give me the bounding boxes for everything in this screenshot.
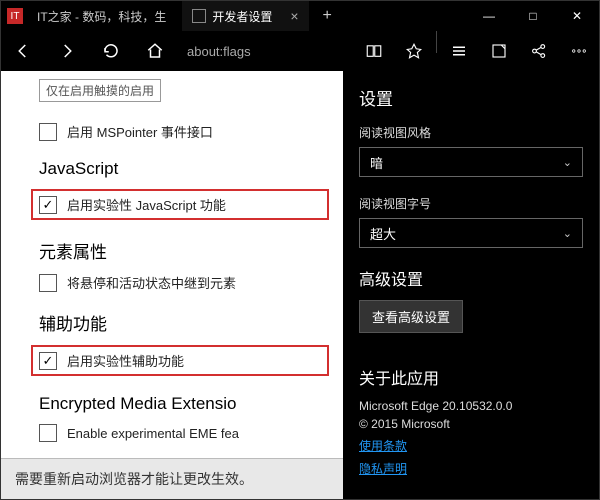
reading-font-value: 超大 [370,224,396,243]
chevron-down-icon: ⌄ [563,227,572,240]
tab-label: 开发者设置 [212,8,272,25]
flags-page: 仅在启用触摸的启用 启用 MSPointer 事件接口 JavaScript ✓… [1,71,343,499]
element-attrs-heading: 元素属性 [39,238,329,263]
reading-view-button[interactable] [354,31,394,71]
close-window-button[interactable]: ✕ [555,1,599,31]
copyright-text: © 2015 Microsoft [359,417,583,431]
js-experimental-label: 启用实验性 JavaScript 功能 [67,195,226,214]
close-tab-button[interactable]: × [290,8,298,24]
minimize-button[interactable]: — [467,1,511,31]
reading-font-select[interactable]: 超大 ⌄ [359,218,583,248]
view-advanced-button[interactable]: 查看高级设置 [359,300,463,333]
javascript-heading: JavaScript [39,159,329,179]
chevron-down-icon: ⌄ [563,156,572,169]
eme-checkbox[interactable] [39,424,57,442]
accessibility-heading: 辅助功能 [39,310,329,335]
maximize-button[interactable]: □ [511,1,555,31]
element-attrs-row: 将悬停和活动状态中继到元素 [39,273,329,292]
active-tab[interactable]: 开发者设置 × [182,1,308,31]
advanced-heading: 高级设置 [359,266,583,290]
reading-style-label: 阅读视图风格 [359,124,583,141]
restart-notice: 需要重新启动浏览器才能让更改生效。 [1,458,343,499]
reading-font-label: 阅读视图字号 [359,195,583,212]
back-button[interactable] [1,31,45,71]
accessibility-checkbox[interactable]: ✓ [39,352,57,370]
background-tab-title[interactable]: IT之家 - 数码，科技，生 [29,8,174,25]
forward-button[interactable] [45,31,89,71]
truncated-option[interactable]: 仅在启用触摸的启用 [39,79,161,102]
mspointer-label: 启用 MSPointer 事件接口 [67,122,213,141]
titlebar: IT IT之家 - 数码，科技，生 开发者设置 × + — □ ✕ [1,1,599,31]
more-button[interactable] [559,31,599,71]
terms-link[interactable]: 使用条款 [359,437,583,454]
webnote-button[interactable] [479,31,519,71]
address-bar[interactable]: about:flags [177,44,354,59]
privacy-link[interactable]: 隐私声明 [359,460,583,477]
toolbar: about:flags [1,31,599,71]
mspointer-checkbox[interactable] [39,123,57,141]
page-icon [192,9,206,23]
site-favicon: IT [7,8,23,24]
refresh-button[interactable] [89,31,133,71]
new-tab-button[interactable]: + [309,7,346,25]
settings-title: 设置 [359,85,583,110]
accessibility-row: ✓ 启用实验性辅助功能 [31,345,329,376]
eme-row: Enable experimental EME fea [39,424,329,442]
hub-button[interactable] [439,31,479,71]
mspointer-row: 启用 MSPointer 事件接口 [39,122,329,141]
accessibility-label: 启用实验性辅助功能 [67,351,184,370]
js-experimental-checkbox[interactable]: ✓ [39,196,57,214]
share-button[interactable] [519,31,559,71]
eme-label: Enable experimental EME fea [67,426,239,441]
version-text: Microsoft Edge 20.10532.0.0 [359,399,583,413]
element-attrs-checkbox[interactable] [39,274,57,292]
settings-panel: 设置 阅读视图风格 暗 ⌄ 阅读视图字号 超大 ⌄ 高级设置 查看高级设置 关于… [343,71,599,499]
reading-style-select[interactable]: 暗 ⌄ [359,147,583,177]
reading-style-value: 暗 [370,153,383,172]
eme-heading: Encrypted Media Extensio [39,394,329,414]
about-heading: 关于此应用 [359,365,583,389]
favorite-button[interactable] [394,31,434,71]
element-attrs-label: 将悬停和活动状态中继到元素 [67,273,236,292]
home-button[interactable] [133,31,177,71]
js-experimental-row: ✓ 启用实验性 JavaScript 功能 [31,189,329,220]
